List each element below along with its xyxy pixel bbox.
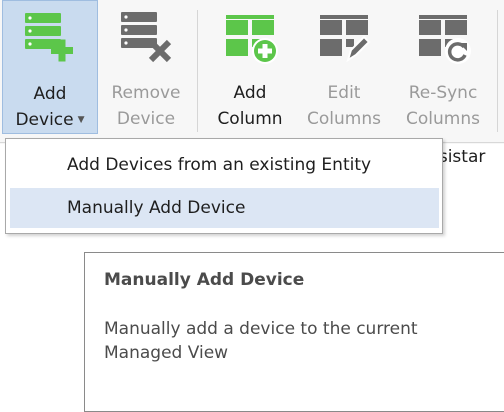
- menu-item-add-devices-from-entity[interactable]: Add Devices from an existing Entity: [10, 145, 439, 185]
- resync-columns-button[interactable]: Re-Sync Columns: [393, 0, 493, 134]
- add-column-button[interactable]: Add Column: [204, 0, 296, 134]
- edit-columns-button[interactable]: Edit Columns: [298, 0, 390, 134]
- remove-device-label-line2: Device: [116, 109, 176, 129]
- add-device-label-line1: Add: [33, 84, 67, 104]
- add-device-button[interactable]: Add Device ▼: [2, 0, 98, 134]
- resync-columns-label-line2: Columns: [406, 109, 480, 129]
- edit-columns-label-line2: Columns: [307, 109, 381, 129]
- remove-device-label-line1: Remove: [111, 83, 181, 103]
- ribbon-separator: [197, 10, 198, 132]
- add-device-dropdown-menu: Add Devices from an existing Entity Manu…: [5, 138, 443, 234]
- add-column-label-line2: Column: [217, 109, 283, 129]
- add-column-label-line1: Add: [233, 83, 267, 103]
- resync-columns-label-line1: Re-Sync: [408, 83, 478, 103]
- edit-columns-icon: [320, 15, 371, 63]
- add-device-icon: [25, 13, 73, 62]
- resync-columns-icon: [419, 15, 471, 64]
- tooltip-title: Manually Add Device: [104, 270, 305, 290]
- tooltip-description: Manually add a device to the current Man…: [104, 319, 418, 363]
- ribbon: Add Device ▼ Remove Device Add Column Ed…: [0, 0, 504, 144]
- add-device-label-line2: Device: [15, 110, 74, 130]
- edit-columns-label-line1: Edit: [327, 83, 361, 103]
- ribbon-separator: [497, 10, 498, 132]
- remove-device-icon: [121, 12, 172, 63]
- menu-item-manually-add-device[interactable]: Manually Add Device: [10, 188, 439, 228]
- add-column-icon: [226, 15, 278, 64]
- dropdown-arrow-icon[interactable]: ▼: [78, 115, 85, 125]
- tooltip: Manually Add Device Manually add a devic…: [84, 252, 504, 412]
- remove-device-button[interactable]: Remove Device: [100, 0, 192, 134]
